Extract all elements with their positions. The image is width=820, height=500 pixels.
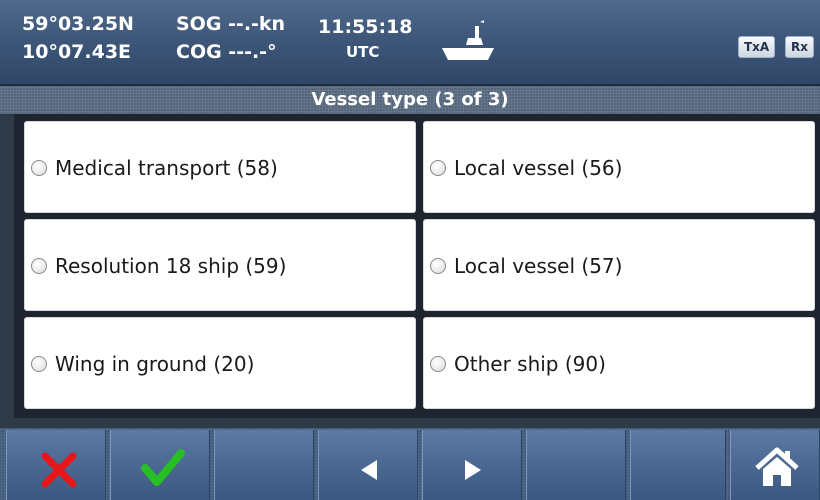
- option-label: Other ship (90): [454, 352, 606, 376]
- option-label: Resolution 18 ship (59): [55, 254, 287, 278]
- dialog-title: Vessel type (3 of 3): [311, 89, 509, 110]
- empty-button-6[interactable]: [526, 430, 626, 500]
- radio-button[interactable]: [31, 258, 47, 274]
- empty-button-3[interactable]: [214, 430, 314, 500]
- option-label: Local vessel (56): [454, 156, 623, 180]
- option-resolution-18-ship[interactable]: Resolution 18 ship (59): [24, 219, 416, 311]
- previous-button[interactable]: [318, 430, 418, 500]
- cog-readout: COG ---.-°: [176, 41, 277, 63]
- cancel-button[interactable]: [6, 430, 106, 500]
- confirm-button[interactable]: [110, 430, 210, 500]
- option-local-vessel-56[interactable]: Local vessel (56): [423, 121, 815, 213]
- longitude-readout: 10°07.43E: [22, 41, 132, 63]
- time-zone-label: UTC: [346, 43, 380, 61]
- option-wing-in-ground[interactable]: Wing in ground (20): [24, 317, 416, 409]
- home-icon: [755, 447, 799, 486]
- option-label: Local vessel (57): [454, 254, 623, 278]
- arrow-left-icon: [361, 460, 377, 480]
- latitude-readout: 59°03.25N: [22, 13, 134, 35]
- arrow-right-icon: [465, 460, 481, 480]
- sog-readout: SOG --.-kn: [176, 13, 286, 35]
- time-readout: 11:55:18: [318, 16, 413, 38]
- rx-status-badge: Rx: [785, 36, 814, 58]
- radio-button[interactable]: [430, 356, 446, 372]
- next-button[interactable]: [422, 430, 522, 500]
- radio-button[interactable]: [430, 258, 446, 274]
- radio-button[interactable]: [31, 160, 47, 176]
- option-local-vessel-57[interactable]: Local vessel (57): [423, 219, 815, 311]
- tx-status-badge: TxA: [738, 36, 776, 58]
- ship-icon: [438, 18, 498, 68]
- option-medical-transport[interactable]: Medical transport (58): [24, 121, 416, 213]
- dialog-title-bar: Vessel type (3 of 3): [0, 86, 820, 115]
- status-bar: 59°03.25N 10°07.43E SOG --.-kn COG ---.-…: [0, 0, 820, 86]
- empty-button-7[interactable]: [630, 430, 726, 500]
- radio-button[interactable]: [430, 160, 446, 176]
- check-icon: [141, 449, 185, 486]
- home-button[interactable]: [730, 430, 820, 500]
- screen: 59°03.25N 10°07.43E SOG --.-kn COG ---.-…: [0, 0, 820, 500]
- option-label: Wing in ground (20): [55, 352, 255, 376]
- option-other-ship[interactable]: Other ship (90): [423, 317, 815, 409]
- option-label: Medical transport (58): [55, 156, 278, 180]
- vessel-type-options-panel: Medical transport (58) Local vessel (56)…: [14, 114, 820, 418]
- radio-button[interactable]: [31, 356, 47, 372]
- close-icon: [41, 452, 77, 488]
